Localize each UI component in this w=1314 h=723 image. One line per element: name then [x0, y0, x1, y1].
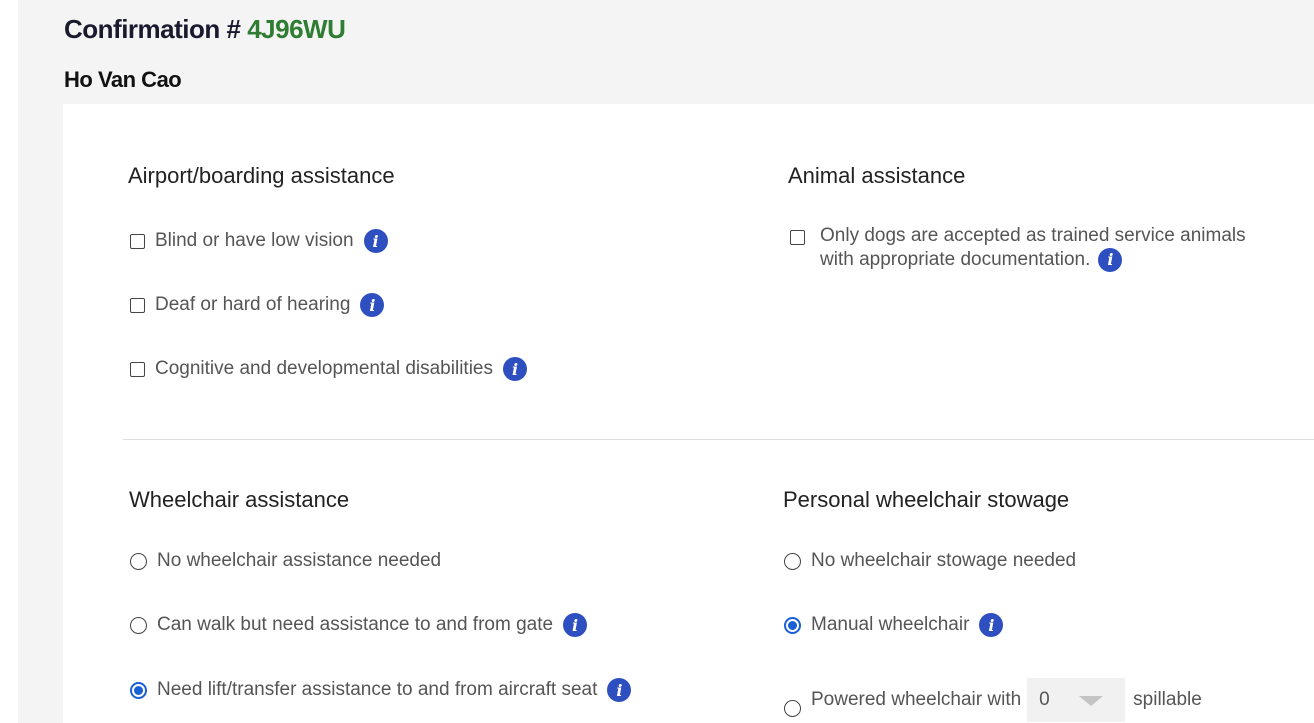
battery-count-select[interactable]: 0 — [1027, 678, 1126, 722]
option-label: No wheelchair assistance needed — [157, 550, 442, 571]
info-icon[interactable]: i — [979, 613, 1004, 637]
info-icon[interactable]: i — [563, 613, 588, 637]
option-deaf-hard-of-hearing[interactable]: Deaf or hard of hearing i — [130, 293, 385, 317]
section-divider — [123, 439, 1314, 440]
info-icon[interactable]: i — [607, 678, 632, 702]
animal-assistance-title: Animal assistance — [788, 163, 966, 188]
option-label-before: Powered wheelchair with — [811, 689, 1022, 710]
option-walk-assistance-gate[interactable]: Can walk but need assistance to and from… — [130, 613, 588, 637]
info-icon[interactable]: i — [363, 229, 388, 253]
option-label: Manual wheelchair — [811, 614, 970, 635]
option-label: Deaf or hard of hearing — [155, 294, 351, 315]
option-label: Need lift/transfer assistance to and fro… — [157, 679, 598, 700]
option-powered-wheelchair[interactable]: Powered wheelchair with 0 spillable — [784, 678, 1202, 722]
option-label: Cognitive and developmental disabilities — [155, 358, 493, 379]
wheelchair-stowage-title: Personal wheelchair stowage — [783, 487, 1070, 512]
assistance-card: Airport/boarding assistance Blind or hav… — [63, 104, 1314, 723]
deaf-checkbox[interactable] — [130, 297, 145, 313]
wheelchair-assistance-title: Wheelchair assistance — [129, 487, 350, 512]
option-manual-wheelchair[interactable]: Manual wheelchair i — [784, 613, 1004, 637]
confirmation-title: Confirmation # 4J96WU — [64, 14, 346, 45]
option-label: Can walk but need assistance to and from… — [157, 614, 554, 635]
no-assistance-radio[interactable] — [130, 552, 147, 570]
chevron-down-icon — [1079, 696, 1104, 706]
option-blind-low-vision[interactable]: Blind or have low vision i — [130, 229, 388, 253]
select-value: 0 — [1039, 689, 1050, 710]
cognitive-checkbox[interactable] — [130, 361, 145, 377]
info-icon[interactable]: i — [360, 293, 385, 317]
manual-wheelchair-radio[interactable] — [784, 616, 801, 634]
option-label: No wheelchair stowage needed — [811, 550, 1077, 571]
option-service-animal[interactable]: Only dogs are accepted as trained servic… — [790, 224, 1260, 272]
blind-checkbox[interactable] — [130, 233, 145, 249]
info-icon[interactable]: i — [1098, 248, 1123, 272]
lift-transfer-radio[interactable] — [130, 681, 147, 699]
option-label: Only dogs are accepted as trained servic… — [820, 225, 1246, 271]
option-no-stowage[interactable]: No wheelchair stowage needed — [784, 550, 1076, 572]
option-label-after: spillable — [1133, 689, 1202, 710]
info-icon[interactable]: i — [502, 357, 527, 381]
walk-assistance-radio[interactable] — [130, 616, 147, 634]
option-label: Blind or have low vision — [155, 230, 354, 251]
passenger-name: Ho Van Cao — [64, 67, 182, 92]
confirmation-code: 4J96WU — [247, 14, 346, 44]
no-stowage-radio[interactable] — [784, 552, 801, 570]
powered-wheelchair-radio[interactable] — [784, 699, 801, 717]
option-cognitive-disabilities[interactable]: Cognitive and developmental disabilities… — [130, 357, 527, 381]
option-lift-transfer-assistance[interactable]: Need lift/transfer assistance to and fro… — [130, 678, 632, 702]
airport-assistance-title: Airport/boarding assistance — [128, 163, 395, 188]
service-animal-checkbox[interactable] — [790, 230, 805, 245]
confirmation-label: Confirmation # — [64, 14, 241, 44]
option-no-wheelchair-assistance[interactable]: No wheelchair assistance needed — [130, 550, 441, 572]
